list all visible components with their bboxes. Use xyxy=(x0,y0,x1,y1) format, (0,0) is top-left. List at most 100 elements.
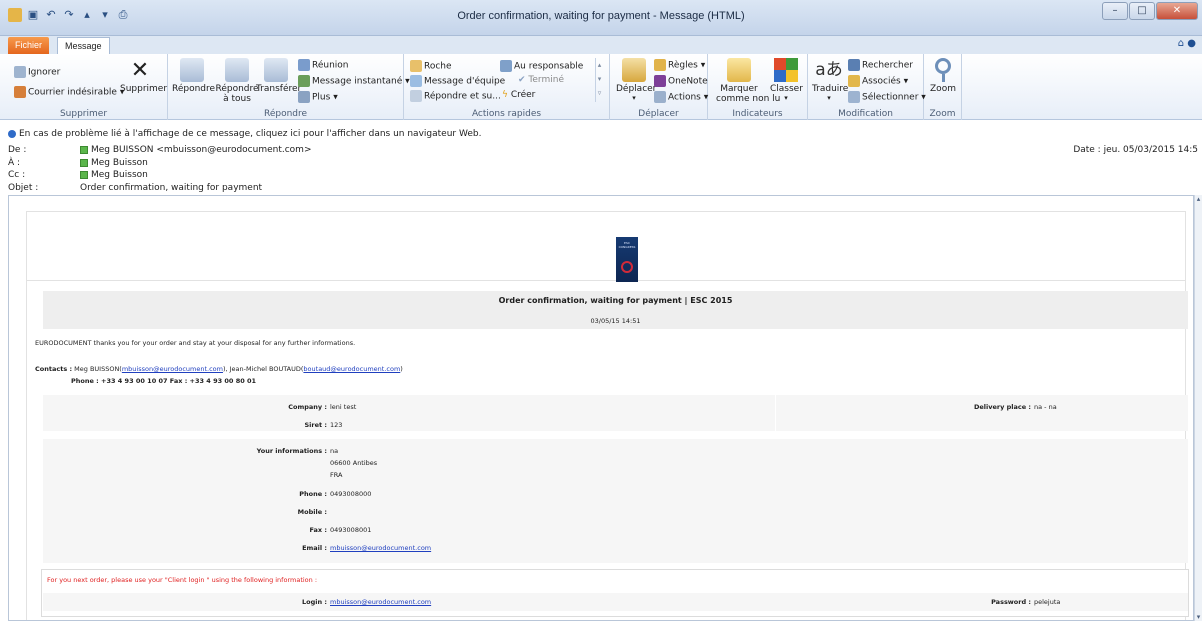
more-label: Plus xyxy=(312,92,331,103)
group-supprimer: Ignorer Courrier indésirable ▾ ✕ Supprim… xyxy=(0,54,168,120)
group-label-deplacer: Déplacer xyxy=(638,109,679,119)
gallery-scroll[interactable]: ▴ ▾ ▿ xyxy=(595,58,603,102)
from-label: De : xyxy=(8,145,27,155)
more-button[interactable]: Plus ▾ xyxy=(298,91,338,103)
ignore-button[interactable]: Ignorer xyxy=(14,66,60,78)
reply-all-icon xyxy=(225,58,249,82)
help-icon[interactable]: ⌂ ● xyxy=(1178,38,1196,49)
login-value-link[interactable]: mbuisson@eurodocument.com xyxy=(330,598,431,606)
unread-icon xyxy=(727,58,751,82)
quick-termine[interactable]: ✔ Terminé xyxy=(518,75,564,85)
tab-message[interactable]: Message xyxy=(57,37,110,54)
siret-value: 123 xyxy=(330,421,343,429)
repondre-su-label: Répondre et su... xyxy=(424,91,501,102)
maximize-button[interactable]: □ xyxy=(1129,2,1155,20)
mark-unread-button[interactable]: Marquer comme non lu xyxy=(716,58,781,104)
meeting-icon xyxy=(298,59,310,71)
rules-icon xyxy=(654,59,666,71)
email-value-link[interactable]: mbuisson@eurodocument.com xyxy=(330,544,431,552)
informations-band xyxy=(43,439,1188,563)
move-button[interactable]: Déplacer ▾ xyxy=(616,58,656,102)
equipe-label: Message d'équipe xyxy=(424,76,506,87)
actions-icon xyxy=(654,91,666,103)
junk-button[interactable]: Courrier indésirable ▾ xyxy=(14,86,124,98)
zoom-label: Zoom xyxy=(930,84,956,94)
group-label-supprimer: Supprimer xyxy=(59,109,108,119)
reply-all-button[interactable]: Répondre à tous xyxy=(214,58,260,104)
company-band xyxy=(43,395,1188,431)
ribbon-tabs: Fichier Message ⌂ ● xyxy=(0,36,1202,54)
related-button[interactable]: Associés ▾ xyxy=(848,75,908,87)
mark-unread-label-1: Marquer xyxy=(720,84,758,94)
reply-label: Répondre xyxy=(172,84,216,94)
contact1-text: Meg BUISSON( xyxy=(74,365,122,373)
informations-label: Your informations : xyxy=(256,447,327,455)
email-heading: Order confirmation, waiting for payment … xyxy=(498,296,733,305)
delivery-value: na - na xyxy=(1034,403,1057,411)
move-icon xyxy=(622,58,646,82)
password-label: Password : xyxy=(991,598,1031,606)
company-divider xyxy=(775,395,776,431)
scroll-up-icon[interactable]: ▴ xyxy=(1195,195,1202,203)
from-value[interactable]: Meg BUISSON <mbuisson@eurodocument.com> xyxy=(80,145,312,155)
title-bar: ▣ ↶ ↷ ▴ ▾ ⎙ Order confirmation, waiting … xyxy=(0,0,1202,36)
reply-all-label-2: à tous xyxy=(223,94,251,104)
siret-label: Siret : xyxy=(304,421,328,429)
datetime-band: 03/05/15 14:51 xyxy=(43,311,1188,329)
delete-button[interactable]: ✕ Supprimer xyxy=(120,58,167,94)
to-value[interactable]: Meg Buisson xyxy=(80,158,148,168)
quick-repondre-su[interactable]: Répondre et su... xyxy=(410,90,501,102)
ignore-icon xyxy=(14,66,26,78)
subject-value: Order confirmation, waiting for payment xyxy=(80,183,263,193)
mobile-label: Mobile : xyxy=(297,508,327,516)
junk-icon xyxy=(14,86,26,98)
cc-text: Meg Buisson xyxy=(91,170,148,180)
mark-unread-label-2: comme non lu xyxy=(716,94,781,104)
quick-roche[interactable]: Roche xyxy=(410,60,452,72)
onenote-button[interactable]: OneNote xyxy=(654,75,708,87)
find-button[interactable]: Rechercher xyxy=(848,59,913,71)
logo-text: ESC CONGRESS xyxy=(618,241,636,249)
close-button[interactable]: ✕ xyxy=(1156,2,1198,20)
message-header: En cas de problème lié à l'affichage de … xyxy=(0,121,1202,195)
info-bar[interactable]: En cas de problème lié à l'affichage de … xyxy=(8,129,481,139)
quick-creer[interactable]: ϟ Créer xyxy=(502,90,535,100)
onenote-label: OneNote xyxy=(668,76,708,87)
roche-icon xyxy=(410,60,422,72)
email-content: Order confirmation, waiting for payment … xyxy=(26,281,1189,620)
phone-value: 0493008000 xyxy=(330,490,372,498)
thanks-text: EURODOCUMENT thanks you for your order a… xyxy=(35,339,356,347)
translate-button[interactable]: aあ Traduire ▾ xyxy=(812,58,848,102)
fax-value: 0493008001 xyxy=(330,526,372,534)
contact2-email-link[interactable]: boutaud@eurodocument.com xyxy=(303,365,400,373)
cc-value[interactable]: Meg Buisson xyxy=(80,170,148,180)
heading-band: Order confirmation, waiting for payment … xyxy=(43,291,1188,311)
roche-label: Roche xyxy=(424,61,452,72)
ignore-label: Ignorer xyxy=(28,67,61,78)
quick-equipe[interactable]: Message d'équipe xyxy=(410,75,505,87)
contact1-email-link[interactable]: mbuisson@eurodocument.com xyxy=(122,365,223,373)
zoom-button[interactable]: Zoom xyxy=(928,58,958,94)
presence-icon xyxy=(80,170,88,179)
minimize-button[interactable]: – xyxy=(1102,2,1128,20)
group-label-actions: Actions rapides xyxy=(471,109,542,119)
vertical-scrollbar[interactable]: ▴ ▾ xyxy=(1194,195,1202,621)
quick-responsable[interactable]: Au responsable xyxy=(500,60,583,72)
forward-button[interactable]: Transférer xyxy=(256,58,301,94)
reply-button[interactable]: Répondre xyxy=(172,58,216,94)
select-button[interactable]: Sélectionner ▾ xyxy=(848,91,926,103)
tab-file[interactable]: Fichier xyxy=(8,37,50,54)
meeting-button[interactable]: Réunion xyxy=(298,59,349,71)
categorize-icon xyxy=(774,58,798,82)
info-line3: FRA xyxy=(330,471,343,479)
categorize-button[interactable]: Classer ▾ xyxy=(770,58,803,102)
junk-label: Courrier indésirable xyxy=(28,87,117,98)
scroll-down-icon[interactable]: ▾ xyxy=(1195,613,1202,621)
group-indicateurs: Marquer comme non lu Classer ▾ Indicateu… xyxy=(708,54,808,120)
login-label: Login : xyxy=(302,598,327,606)
im-button[interactable]: Message instantané ▾ xyxy=(298,75,410,87)
reading-pane[interactable]: ESC CONGRESS Order confirmation, waiting… xyxy=(8,195,1194,621)
rules-button[interactable]: Règles ▾ xyxy=(654,59,705,71)
from-text: Meg BUISSON <mbuisson@eurodocument.com> xyxy=(91,145,312,155)
actions-button[interactable]: Actions ▾ xyxy=(654,91,708,103)
